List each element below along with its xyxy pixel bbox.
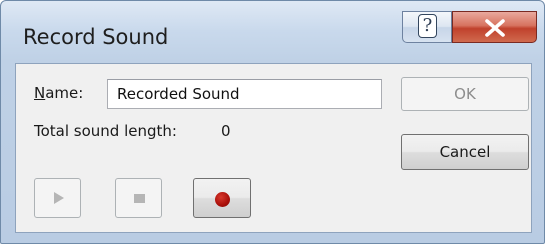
- cancel-button[interactable]: Cancel: [401, 134, 529, 170]
- name-label-accelerator: N: [34, 84, 46, 102]
- ok-button[interactable]: OK: [401, 77, 529, 111]
- close-icon: [485, 19, 505, 37]
- help-button[interactable]: ?: [402, 11, 452, 43]
- record-button[interactable]: [193, 178, 251, 218]
- dialog-body: Name: Recorded Sound Total sound length:…: [15, 63, 532, 233]
- title-bar[interactable]: Record Sound ?: [1, 1, 544, 63]
- name-label-text: ame:: [45, 84, 84, 102]
- play-button[interactable]: [34, 178, 81, 218]
- help-icon: ?: [418, 14, 437, 38]
- stop-icon: [134, 194, 145, 203]
- name-input[interactable]: Recorded Sound: [107, 79, 382, 109]
- record-icon: [215, 192, 230, 207]
- play-icon: [54, 192, 64, 204]
- total-length-value: 0: [221, 122, 231, 140]
- record-sound-dialog: Record Sound ? Name: Recorded Sound Tota…: [0, 0, 545, 244]
- stop-button[interactable]: [115, 178, 162, 218]
- dialog-title: Record Sound: [23, 25, 169, 49]
- name-label: Name:: [34, 84, 83, 102]
- close-button[interactable]: [452, 11, 537, 43]
- total-length-label: Total sound length:: [34, 122, 177, 140]
